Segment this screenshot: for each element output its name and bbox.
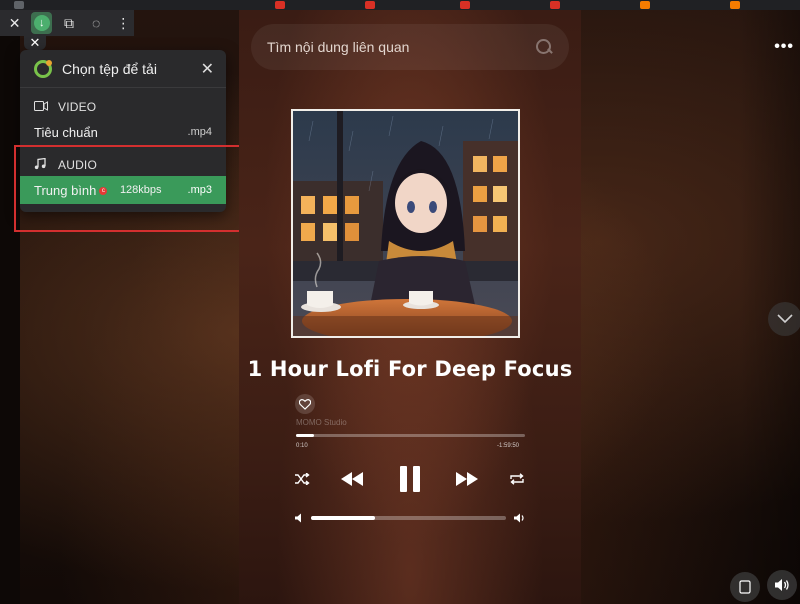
progress-bar[interactable] (296, 434, 525, 437)
close-icon[interactable]: ✕ (4, 12, 25, 34)
collapse-toolbar-button[interactable]: ✕ (24, 35, 46, 50)
tab-icon[interactable] (550, 1, 560, 9)
shuffle-button[interactable] (293, 470, 311, 488)
rewind-icon (352, 472, 363, 486)
more-menu-icon[interactable]: ⋮ (113, 12, 134, 34)
cover-illustration (293, 111, 518, 336)
scroll-down-button[interactable] (768, 302, 800, 336)
chevron-down-icon (777, 314, 793, 324)
pause-icon (400, 466, 407, 492)
screen-button[interactable] (730, 572, 760, 602)
file-option-video-standard[interactable]: Tiêu chuẩn .mp4 (20, 118, 226, 146)
next-button[interactable] (454, 468, 480, 490)
download-button[interactable]: ↓ (31, 12, 53, 34)
more-options-icon[interactable]: ••• (774, 38, 794, 56)
browser-tab-strip (0, 0, 800, 10)
progress-fill (296, 434, 315, 437)
sound-button[interactable] (767, 570, 797, 600)
video-camera-icon (34, 100, 50, 114)
tab-icon[interactable] (275, 1, 285, 9)
tab-icon[interactable] (730, 1, 740, 9)
repeat-icon (510, 473, 524, 485)
extension-logo-icon (34, 59, 52, 78)
tab-icon[interactable] (640, 1, 650, 9)
album-cover (291, 109, 520, 338)
artist-name: MOMO Studio (296, 418, 347, 427)
volume-high-icon[interactable] (514, 513, 526, 526)
music-player-panel: 1 Hour Lofi For Deep Focus MOMO Studio 0… (239, 10, 581, 604)
tab-icon[interactable] (460, 1, 470, 9)
search-icon[interactable] (535, 38, 553, 56)
download-icon: ↓ (33, 15, 50, 31)
left-edge (0, 0, 20, 604)
current-time: 0:10 (296, 443, 308, 449)
repeat-button[interactable] (508, 470, 526, 488)
close-icon[interactable]: ✕ (201, 59, 214, 79)
remaining-time: -1:59:50 (497, 443, 520, 449)
audio-highlight-box (14, 145, 241, 232)
picker-header: Chọn tệp để tải ✕ (20, 50, 226, 88)
tab-icon[interactable] (365, 1, 375, 9)
device-icon (739, 580, 751, 594)
heart-icon (299, 398, 311, 410)
rewind-icon (341, 472, 352, 486)
related-search-bar[interactable] (251, 24, 569, 70)
file-option-name: Tiêu chuẩn (34, 124, 98, 140)
pause-button[interactable] (397, 462, 423, 496)
extension-toolbar: ✕ ↓ ⧉ ◌ ⋮ (0, 10, 134, 36)
lightbulb-icon[interactable]: ◌ (86, 12, 107, 34)
forward-icon (456, 472, 467, 486)
like-button[interactable] (295, 394, 315, 414)
pause-icon (413, 466, 420, 492)
search-input[interactable] (267, 39, 535, 55)
file-option-ext: .mp4 (187, 126, 212, 138)
right-shade (740, 0, 800, 604)
section-video: VIDEO (20, 96, 226, 118)
picker-title: Chọn tệp để tải (62, 60, 157, 77)
volume-slider[interactable] (311, 516, 506, 520)
forward-icon (467, 472, 478, 486)
speaker-icon (775, 579, 789, 591)
section-label: VIDEO (58, 100, 97, 114)
volume-low-icon[interactable] (295, 513, 305, 526)
previous-button[interactable] (339, 468, 365, 490)
volume-fill (311, 516, 376, 520)
tab-icon[interactable] (14, 1, 24, 9)
song-title: 1 Hour Lofi For Deep Focus (247, 357, 573, 381)
shuffle-icon (295, 473, 310, 485)
picture-in-picture-icon[interactable]: ⧉ (58, 12, 79, 34)
